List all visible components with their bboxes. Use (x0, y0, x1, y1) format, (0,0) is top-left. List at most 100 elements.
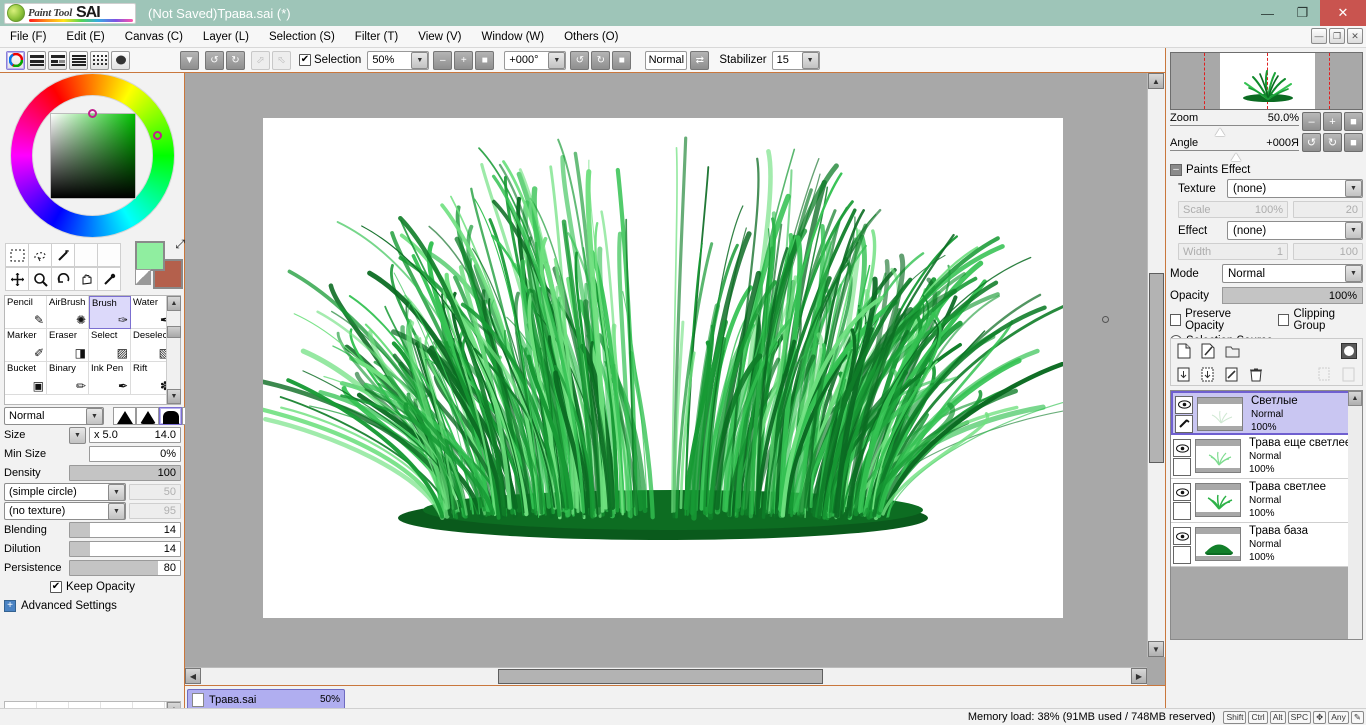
window-maximize-button[interactable]: ❐ (1285, 0, 1320, 26)
eyedropper-icon[interactable] (97, 267, 121, 291)
window-close-button[interactable]: ✕ (1320, 0, 1366, 26)
lasso-icon[interactable] (28, 243, 52, 267)
brush-inkpen[interactable]: Ink Pen ✒ (89, 362, 131, 395)
brush-marker[interactable]: Marker ✐ (5, 329, 47, 362)
nav-zoom-in-button[interactable]: + (1323, 112, 1342, 131)
menu-filter[interactable]: Filter (T) (345, 29, 408, 45)
stabilizer-field[interactable]: 15 ▼ (771, 50, 820, 70)
tool-empty-1[interactable] (74, 243, 98, 267)
menu-layer[interactable]: Layer (L) (193, 29, 259, 45)
flip-horizontal-button[interactable]: ⬀ (251, 50, 270, 70)
rotate-ccw-button[interactable]: ↺ (570, 50, 590, 70)
sv-marker[interactable] (88, 109, 97, 118)
delete-layer-icon[interactable] (1247, 366, 1265, 384)
layer-mask-icon[interactable] (1340, 342, 1358, 360)
layer-visibility-icon[interactable] (1173, 527, 1191, 545)
doc-minimize-button[interactable]: — (1311, 28, 1327, 44)
zoom-field[interactable]: 50% ▼ (367, 50, 430, 70)
flip-vertical-button[interactable]: ⬁ (272, 50, 291, 70)
brush-texture-select[interactable]: (no texture) ▼ (4, 502, 126, 520)
hue-marker[interactable] (153, 131, 162, 140)
brush-eraser[interactable]: Eraser ◨ (47, 329, 89, 362)
menu-edit[interactable]: Edit (E) (56, 29, 114, 45)
layer-visibility-icon[interactable] (1173, 483, 1191, 501)
rotate-cw-button[interactable]: ↻ (591, 50, 611, 70)
brush-binary[interactable]: Binary ✏ (47, 362, 89, 395)
rotate-icon[interactable] (51, 267, 75, 291)
nav-rotate-cw-button[interactable]: ↻ (1323, 133, 1342, 152)
clipping-group-checkbox[interactable] (1278, 314, 1290, 326)
stabilizer-dropdown-icon[interactable]: ▼ (801, 51, 819, 69)
brush-blend-mode-select[interactable]: Normal ▼ (4, 407, 104, 425)
menu-canvas[interactable]: Canvas (C) (115, 29, 193, 45)
undo-button[interactable]: ↺ (205, 50, 224, 70)
blending-slider[interactable]: 14 (69, 522, 181, 538)
keep-opacity-checkbox[interactable]: ✔ (49, 581, 62, 593)
layer-visibility-icon[interactable] (1175, 395, 1193, 414)
toolbar-dropdown-button[interactable]: ▼ (180, 50, 199, 70)
angle-reset-button[interactable]: ■ (612, 50, 632, 70)
doc-close-button[interactable]: ✕ (1347, 28, 1363, 44)
layer-selected-icon[interactable] (1173, 546, 1191, 564)
brush-scroll-thumb[interactable] (167, 326, 181, 338)
new-layer-icon[interactable] (1175, 342, 1193, 360)
density-slider[interactable]: 100 (69, 465, 181, 481)
mode-chevron-down-icon[interactable]: ▼ (1345, 265, 1362, 282)
grid-icon[interactable] (90, 50, 109, 70)
brush-select[interactable]: Select ▨ (89, 329, 131, 362)
canvas-scroll-right-button[interactable]: ▶ (1131, 668, 1147, 684)
select-rect-icon[interactable] (5, 243, 29, 267)
merge-down-icon[interactable] (1175, 366, 1193, 384)
zoom-out-button[interactable]: – (433, 50, 453, 70)
advanced-settings-row[interactable]: + Advanced Settings (4, 597, 181, 615)
saturation-value-square[interactable] (50, 113, 136, 199)
dilution-slider[interactable]: 14 (69, 541, 181, 557)
nav-rotate-ccw-button[interactable]: ↺ (1302, 133, 1321, 152)
texture-select[interactable]: (none) ▼ (1227, 179, 1363, 198)
document-tab[interactable]: Трава.sai 50% (187, 689, 345, 710)
canvas-vertical-scrollbar[interactable]: ▲ ▼ (1147, 73, 1165, 657)
new-folder-icon[interactable] (1223, 342, 1241, 360)
bars-split-icon[interactable] (48, 50, 67, 70)
layer-list[interactable]: Светлые Normal 100% Трава еще светлее No… (1170, 390, 1363, 640)
doc-restore-button[interactable]: ❐ (1329, 28, 1345, 44)
color-wheel-icon[interactable] (6, 50, 25, 70)
layer-opacity-slider[interactable]: 100% (1222, 287, 1363, 304)
angle-dropdown-icon[interactable]: ▼ (548, 51, 566, 69)
swap-colors-button[interactable]: ⇄ (690, 50, 710, 70)
canvas-hscroll-thumb[interactable] (498, 669, 823, 684)
swap-colors-icon[interactable]: ⤢ (175, 237, 185, 252)
angle-field[interactable]: +000° ▼ (504, 50, 567, 70)
zoom-reset-button[interactable]: ■ (475, 50, 495, 70)
shape-value-slider[interactable]: 50 (129, 484, 181, 500)
brush-airbrush[interactable]: AirBrush ✺ (47, 296, 89, 329)
size-field[interactable]: x 5.0 14.0 (89, 427, 181, 443)
layer-mode-select[interactable]: Normal ▼ (1222, 264, 1363, 283)
brush-scroll-down[interactable]: ▼ (167, 389, 181, 404)
brush-tool-list[interactable]: Pencil ✎ AirBrush ✺ Brush ✑ Water ✒ Marker ✐ … (4, 295, 181, 405)
menu-view[interactable]: View (V) (408, 29, 471, 45)
layer-scroll-up[interactable]: ▲ (1348, 391, 1362, 406)
layer-selected-icon[interactable] (1173, 458, 1191, 476)
blob-swatch-icon[interactable] (111, 50, 130, 70)
nav-zoom-reset-button[interactable]: ■ (1344, 112, 1363, 131)
zoom-slider-thumb[interactable] (1215, 128, 1225, 136)
zoom-slider[interactable] (1170, 126, 1299, 137)
window-minimize-button[interactable]: — (1250, 0, 1285, 26)
color-wheel[interactable] (10, 73, 175, 238)
layer-row-trava-esche-svetlee[interactable]: Трава еще светлее Normal 100% (1171, 435, 1362, 479)
brush-scroll-up[interactable]: ▲ (167, 296, 181, 311)
brush-pencil[interactable]: Pencil ✎ (5, 296, 47, 329)
min-size-slider[interactable]: 0% (89, 446, 181, 462)
texture-value-slider[interactable]: 95 (129, 503, 181, 519)
foreground-color-swatch[interactable] (135, 241, 165, 271)
canvas-scroll-left-button[interactable]: ◀ (185, 668, 201, 684)
advanced-settings-expand-icon[interactable]: + (4, 600, 16, 612)
brush-bucket[interactable]: Bucket ▣ (5, 362, 47, 395)
zoom-dropdown-icon[interactable]: ▼ (411, 51, 429, 69)
effect-chevron-down-icon[interactable]: ▼ (1345, 222, 1362, 239)
canvas-paper[interactable] (263, 118, 1063, 618)
layer-row-trava-svetlee[interactable]: Трава светлее Normal 100% (1171, 479, 1362, 523)
layer-selected-icon[interactable] (1175, 414, 1193, 433)
paints-effect-header[interactable]: – Paints Effect (1170, 164, 1366, 176)
